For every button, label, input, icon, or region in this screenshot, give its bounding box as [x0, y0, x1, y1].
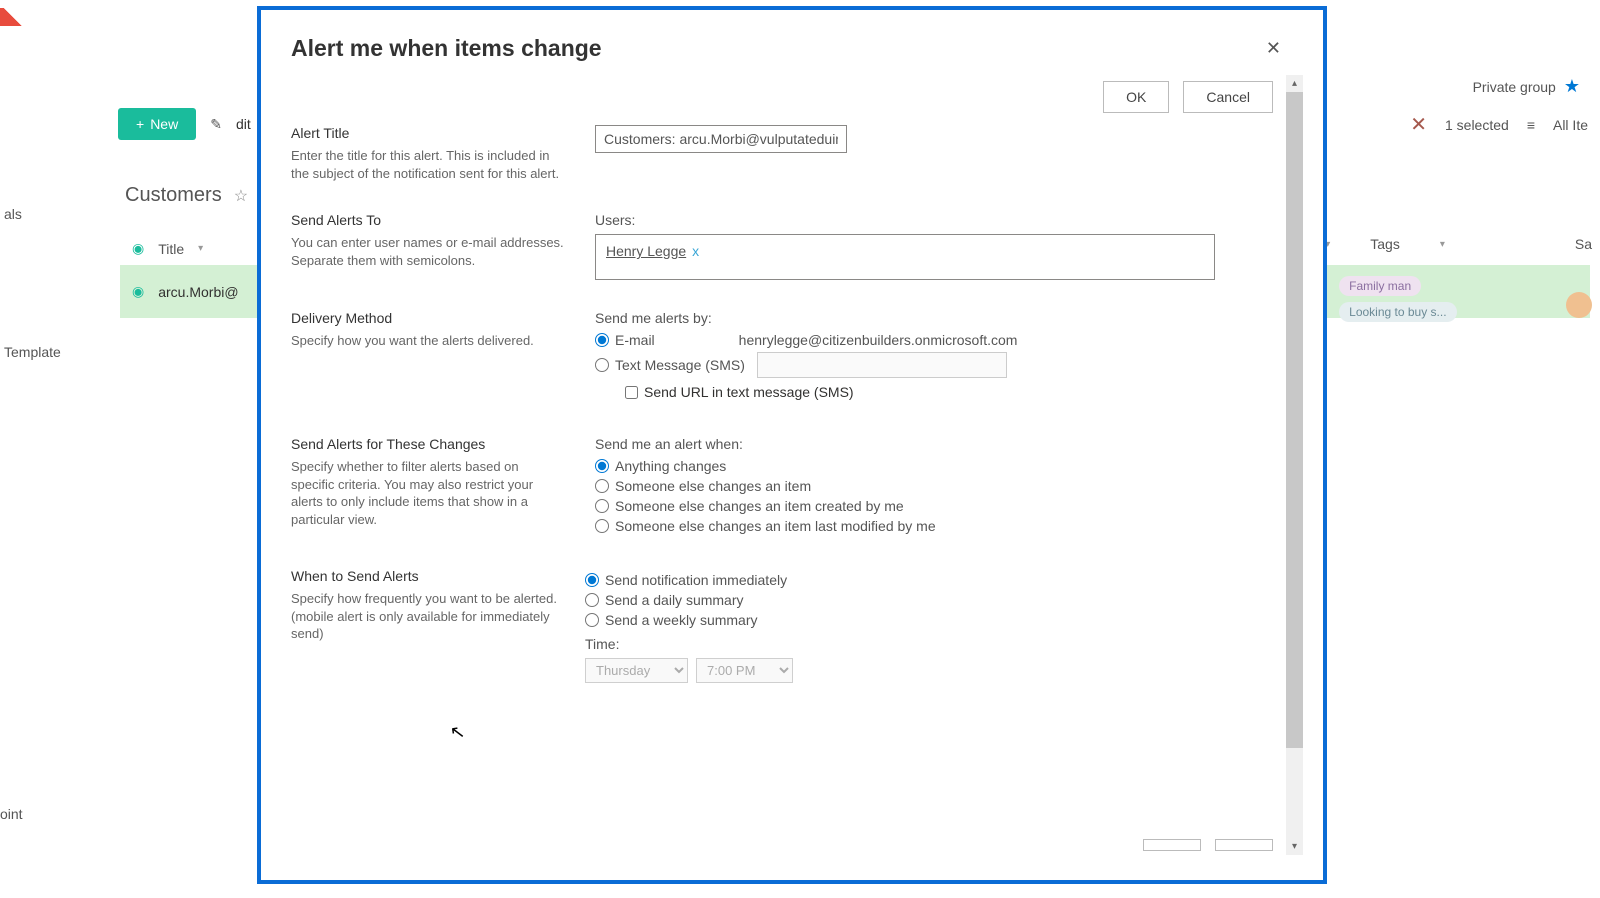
section-delivery: Delivery Method Specify how you want the…	[291, 310, 1303, 400]
selected-count: 1 selected	[1445, 117, 1509, 133]
dialog-actions-bottom	[1143, 839, 1273, 851]
radio-email[interactable]	[595, 333, 609, 347]
opt-anything: Anything changes	[615, 458, 726, 474]
opt-modified-me: Someone else changes an item last modifi…	[615, 518, 936, 534]
radio-daily[interactable]	[585, 593, 599, 607]
alert-title-label: Alert Title	[291, 125, 565, 141]
radio-anything[interactable]	[595, 459, 609, 473]
opt-weekly: Send a weekly summary	[605, 612, 758, 628]
sms-input[interactable]	[757, 352, 1007, 378]
row-title: arcu.Morbi@	[158, 284, 238, 300]
sms-label: Text Message (SMS)	[615, 357, 745, 373]
scroll-down-icon[interactable]: ▾	[1286, 838, 1303, 855]
list-title: Customers	[125, 184, 222, 207]
alert-title-desc: Enter the title for this alert. This is …	[291, 147, 565, 182]
left-nav: als Template	[0, 200, 65, 366]
chevron-down-icon[interactable]: ▾	[1440, 239, 1445, 250]
alert-title-input[interactable]	[595, 125, 847, 153]
radio-created-me[interactable]	[595, 499, 609, 513]
tag-family: Family man	[1339, 276, 1421, 296]
edit-label-partial: dit	[236, 116, 251, 132]
user-chip[interactable]: Henry Legge	[606, 243, 686, 259]
check-send-url[interactable]	[625, 386, 638, 399]
radio-immediate[interactable]	[585, 573, 599, 587]
time-select[interactable]: 7:00 PM	[696, 658, 793, 683]
changes-desc: Specify whether to filter alerts based o…	[291, 458, 565, 528]
delivery-heading: Send me alerts by:	[595, 310, 1303, 326]
radio-sms[interactable]	[595, 358, 609, 372]
ok-button[interactable]: OK	[1103, 81, 1169, 113]
radio-weekly[interactable]	[585, 613, 599, 627]
avatar	[1566, 292, 1592, 318]
tag-looking: Looking to buy s...	[1339, 302, 1456, 322]
radio-someone[interactable]	[595, 479, 609, 493]
users-input[interactable]: Henry Legge x	[595, 234, 1215, 280]
delivery-label: Delivery Method	[291, 310, 565, 326]
opt-created-me: Someone else changes an item created by …	[615, 498, 904, 514]
cancel-button-bottom[interactable]	[1215, 839, 1273, 851]
section-when: When to Send Alerts Specify how frequent…	[291, 568, 1303, 683]
email-label: E-mail	[615, 332, 655, 348]
dialog-title: Alert me when items change	[291, 35, 602, 62]
users-label: Users:	[595, 212, 1303, 228]
list-title-row: Customers ☆	[125, 184, 248, 207]
row-check-icon[interactable]: ◉	[132, 283, 144, 300]
send-to-label: Send Alerts To	[291, 212, 565, 228]
header-right: Private group ★	[1473, 76, 1580, 97]
when-desc: Specify how frequently you want to be al…	[291, 590, 565, 643]
delivery-desc: Specify how you want the alerts delivere…	[291, 332, 565, 350]
col-title[interactable]: Title	[158, 241, 184, 257]
opt-someone: Someone else changes an item	[615, 478, 811, 494]
col-tags[interactable]: Tags	[1370, 236, 1400, 252]
scrollbar-track[interactable]	[1286, 92, 1303, 838]
ok-button-bottom[interactable]	[1143, 839, 1201, 851]
when-label: When to Send Alerts	[291, 568, 565, 584]
new-button[interactable]: + New	[118, 108, 196, 140]
star-icon[interactable]: ★	[1564, 76, 1580, 97]
email-value: henrylegge@citizenbuilders.onmicrosoft.c…	[739, 332, 1018, 348]
deselect-icon[interactable]: ✕	[1410, 112, 1427, 137]
new-button-label: New	[150, 116, 178, 132]
section-alert-title: Alert Title Enter the title for this ale…	[291, 125, 1303, 182]
send-to-desc: You can enter user names or e-mail addre…	[291, 234, 565, 269]
favorite-icon[interactable]: ☆	[234, 186, 248, 206]
alert-dialog: Alert me when items change ✕ OK Cancel A…	[257, 6, 1327, 884]
changes-label: Send Alerts for These Changes	[291, 436, 565, 452]
day-select[interactable]: Thursday	[585, 658, 688, 683]
nav-item-template[interactable]: Template	[0, 338, 65, 366]
scroll-up-icon[interactable]: ▴	[1286, 75, 1303, 92]
edit-icon[interactable]: ✎	[210, 116, 222, 133]
close-icon[interactable]: ✕	[1258, 34, 1289, 63]
plus-icon: +	[136, 116, 144, 132]
cancel-button[interactable]: Cancel	[1183, 81, 1273, 113]
section-send-to: Send Alerts To You can enter user names …	[291, 212, 1303, 280]
view-menu-icon[interactable]: ≡	[1527, 117, 1535, 133]
chevron-down-icon[interactable]: ▾	[198, 243, 203, 254]
radio-modified-me[interactable]	[595, 519, 609, 533]
toolbar-right: ✕ 1 selected ≡ All Ite	[1410, 112, 1588, 137]
opt-immediate: Send notification immediately	[605, 572, 787, 588]
col-sa[interactable]: Sa	[1575, 236, 1592, 252]
changes-heading: Send me an alert when:	[595, 436, 1303, 452]
section-changes: Send Alerts for These Changes Specify wh…	[291, 436, 1303, 538]
time-label: Time:	[585, 636, 1303, 652]
scrollbar-thumb[interactable]	[1286, 92, 1303, 748]
send-url-label: Send URL in text message (SMS)	[644, 384, 854, 400]
bottom-label: oint	[0, 806, 23, 822]
private-group-label: Private group	[1473, 79, 1556, 95]
opt-daily: Send a daily summary	[605, 592, 744, 608]
dialog-actions-top: OK Cancel	[1103, 81, 1273, 113]
remove-user-icon[interactable]: x	[692, 243, 699, 259]
scrollbar[interactable]: ▴ ▾	[1286, 75, 1303, 855]
select-all-icon[interactable]: ◉	[132, 240, 144, 257]
app-logo	[0, 8, 36, 26]
view-label[interactable]: All Ite	[1553, 117, 1588, 133]
nav-item-als[interactable]: als	[0, 200, 65, 228]
